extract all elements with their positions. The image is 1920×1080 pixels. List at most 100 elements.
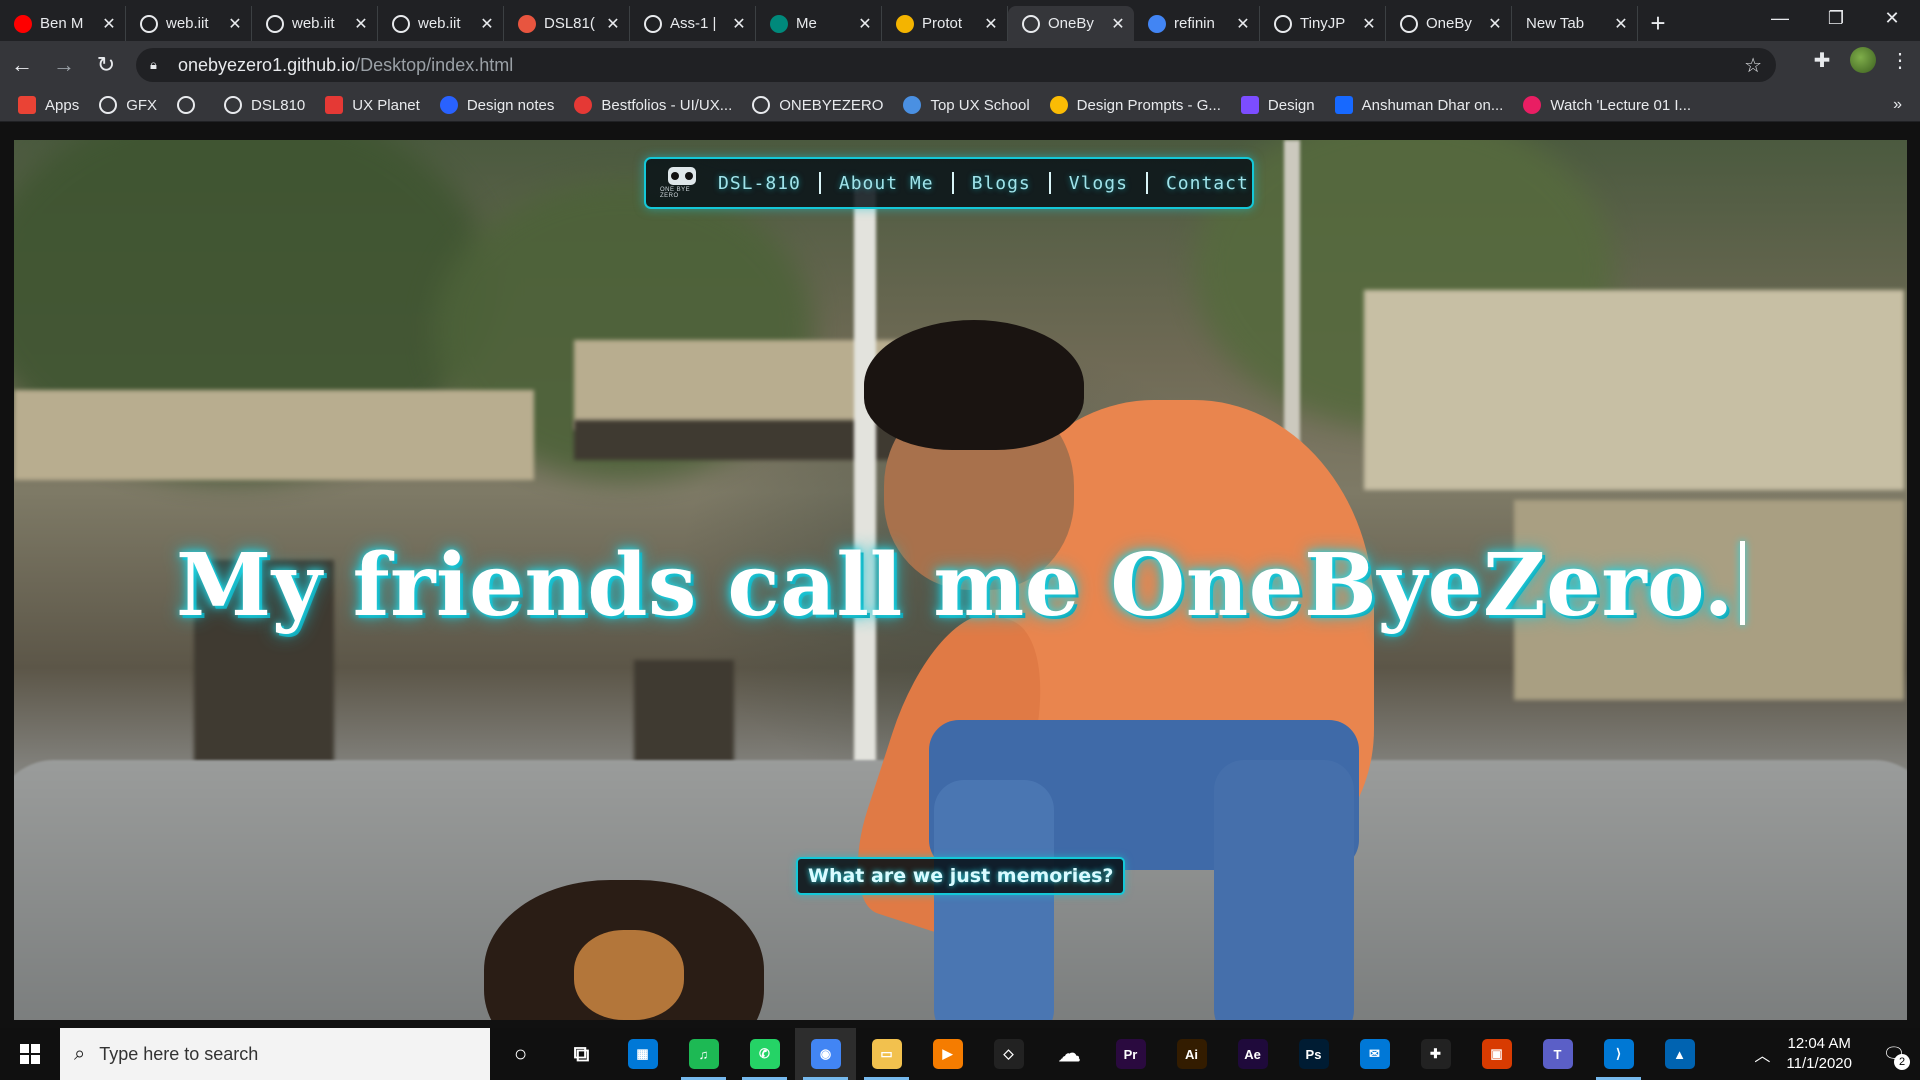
taskbar-app[interactable]: Pr <box>1100 1028 1161 1080</box>
office-icon: ▣ <box>1481 1039 1512 1069</box>
browser-tab[interactable]: New Tab ✕ <box>1512 6 1638 41</box>
taskbar-app[interactable]: Ai <box>1161 1028 1222 1080</box>
onebyezero-logo[interactable]: ONE BYE ZERO <box>660 164 704 202</box>
clock[interactable]: 12:04 AM 11/1/2020 <box>1786 1034 1852 1074</box>
start-button[interactable] <box>0 1028 60 1080</box>
hero-headline-text: My friends call me OneByeZero. <box>176 535 1734 636</box>
minimize-icon[interactable]: — <box>1752 0 1808 36</box>
close-tab-icon[interactable]: ✕ <box>1110 14 1126 34</box>
taskbar-app[interactable]: ▦ <box>612 1028 673 1080</box>
tab-title: OneBy <box>1426 15 1472 32</box>
browser-tab[interactable]: TinyJP ✕ <box>1260 6 1386 41</box>
site-nav: ONE BYE ZERO DSL-810 About Me Blogs Vlog… <box>644 157 1254 209</box>
bookmark-item[interactable]: Bestfolios - UI/UX... <box>574 96 732 114</box>
nav-link-vlogs[interactable]: Vlogs <box>1069 173 1128 194</box>
close-tab-icon[interactable]: ✕ <box>1235 14 1251 34</box>
taskbar-app[interactable]: ○ <box>490 1028 551 1080</box>
restore-icon[interactable]: ❐ <box>1808 0 1864 36</box>
globe-icon <box>140 14 158 33</box>
browser-tab[interactable]: web.iit ✕ <box>252 6 378 41</box>
forward-icon[interactable]: → <box>44 45 84 85</box>
taskbar-app[interactable]: Ps <box>1283 1028 1344 1080</box>
bookmark-item[interactable]: ONEBYEZERO <box>752 96 883 114</box>
taskbar-app[interactable]: ⟩ <box>1588 1028 1649 1080</box>
close-tab-icon[interactable]: ✕ <box>857 14 873 34</box>
close-tab-icon[interactable]: ✕ <box>227 14 243 34</box>
bookmark-item[interactable]: Design <box>1240 96 1315 114</box>
close-tab-icon[interactable]: ✕ <box>731 14 747 34</box>
compass-icon <box>439 96 458 114</box>
bookmark-label: Apps <box>45 96 80 114</box>
taskbar-app[interactable]: T <box>1527 1028 1588 1080</box>
browser-tab[interactable]: OneBy ✕ <box>1008 6 1134 41</box>
bookmark-item[interactable] <box>177 96 204 114</box>
close-tab-icon[interactable]: ✕ <box>353 14 369 34</box>
browser-tab[interactable]: web.iit ✕ <box>126 6 252 41</box>
close-tab-icon[interactable]: ✕ <box>479 14 495 34</box>
taskbar-app[interactable]: ⧉ <box>551 1028 612 1080</box>
taskbar-app[interactable]: ♫ <box>673 1028 734 1080</box>
taskbar-app[interactable]: ✆ <box>734 1028 795 1080</box>
system-tray: ︿ 12:04 AM 11/1/2020 🗨︎ 2 <box>1754 1028 1920 1080</box>
bookmark-item[interactable]: UX Planet <box>325 96 420 114</box>
reload-icon[interactable]: ↻ <box>86 45 126 85</box>
taskbar-app[interactable]: ◉ <box>795 1028 856 1080</box>
illustrator-icon: Ai <box>1176 1039 1207 1069</box>
bookmark-item[interactable]: Top UX School <box>903 96 1030 114</box>
profile-avatar[interactable] <box>1850 47 1876 73</box>
bookmark-item[interactable]: Design notes <box>439 96 554 114</box>
globe-icon <box>266 14 284 33</box>
bookmark-item[interactable]: Watch 'Lecture 01 I... <box>1523 96 1691 114</box>
taskbar-app[interactable]: ▶ <box>917 1028 978 1080</box>
taskbar-app[interactable]: Ae <box>1222 1028 1283 1080</box>
bookmark-star-icon[interactable]: ☆ <box>1744 53 1762 78</box>
back-icon[interactable]: ← <box>2 45 42 85</box>
tab-title: refinin <box>1174 15 1215 32</box>
taskbar-search[interactable]: ⌕ Type here to search <box>60 1028 490 1080</box>
lock-icon[interactable]: 🔒︎ <box>150 57 164 73</box>
new-tab-icon[interactable]: + <box>1638 6 1678 41</box>
taskbar-app[interactable]: ◇ <box>978 1028 1039 1080</box>
bookmark-item[interactable]: Anshuman Dhar on... <box>1334 96 1503 114</box>
browser-tab[interactable]: Me ✕ <box>756 6 882 41</box>
close-tab-icon[interactable]: ✕ <box>101 14 117 34</box>
browser-tab[interactable]: Ass-1 | ✕ <box>630 6 756 41</box>
browser-tab[interactable]: web.iit ✕ <box>378 6 504 41</box>
photoshop-icon: Ps <box>1298 1039 1329 1069</box>
close-tab-icon[interactable]: ✕ <box>1613 14 1629 34</box>
browser-tab[interactable]: OneBy ✕ <box>1386 6 1512 41</box>
close-tab-icon[interactable]: ✕ <box>605 14 621 34</box>
close-window-icon[interactable]: ✕ <box>1864 0 1920 36</box>
browser-tab[interactable]: Protot ✕ <box>882 6 1008 41</box>
close-tab-icon[interactable]: ✕ <box>1361 14 1377 34</box>
bookmark-item[interactable]: DSL810 <box>224 96 305 114</box>
taskbar-app[interactable]: ▲ <box>1649 1028 1710 1080</box>
triangle-icon <box>903 96 922 114</box>
browser-tab[interactable]: Ben M ✕ <box>0 6 126 41</box>
taskbar-app[interactable]: ✚ <box>1405 1028 1466 1080</box>
close-tab-icon[interactable]: ✕ <box>983 14 999 34</box>
browser-tab[interactable]: DSL81(✕ <box>504 6 630 41</box>
nav-link-dsl810[interactable]: DSL-810 <box>718 173 801 194</box>
nav-link-blogs[interactable]: Blogs <box>972 173 1031 194</box>
browser-tab[interactable]: refinin ✕ <box>1134 6 1260 41</box>
taskbar-app[interactable]: ✉ <box>1344 1028 1405 1080</box>
tab-title: New Tab <box>1526 15 1585 32</box>
kebab-menu-icon[interactable]: ⋮ <box>1890 48 1910 73</box>
nav-link-about-me[interactable]: About Me <box>839 173 934 194</box>
chevron-up-icon[interactable]: ︿ <box>1754 1042 1770 1066</box>
bookmark-item[interactable]: Design Prompts - G... <box>1049 96 1221 114</box>
bookmark-item[interactable]: Apps <box>18 96 79 114</box>
bookmark-item[interactable]: GFX <box>99 96 157 114</box>
taskbar-app[interactable]: ☁ <box>1039 1028 1100 1080</box>
taskbar-app[interactable]: ▭ <box>856 1028 917 1080</box>
tab-title: web.iit <box>166 15 209 32</box>
taskbar-app[interactable]: ▣ <box>1466 1028 1527 1080</box>
more-bookmarks-icon[interactable]: » <box>1893 96 1902 114</box>
address-bar[interactable]: 🔒︎ onebyezero1.github.io/Desktop/index.h… <box>136 48 1776 82</box>
notification-icon[interactable]: 🗨︎ 2 <box>1874 1034 1914 1074</box>
onedrive-icon: ☁ <box>1058 1041 1081 1066</box>
extensions-icon[interactable]: ✚ <box>1808 48 1836 73</box>
nav-link-contact[interactable]: Contact <box>1166 173 1249 194</box>
close-tab-icon[interactable]: ✕ <box>1487 14 1503 34</box>
